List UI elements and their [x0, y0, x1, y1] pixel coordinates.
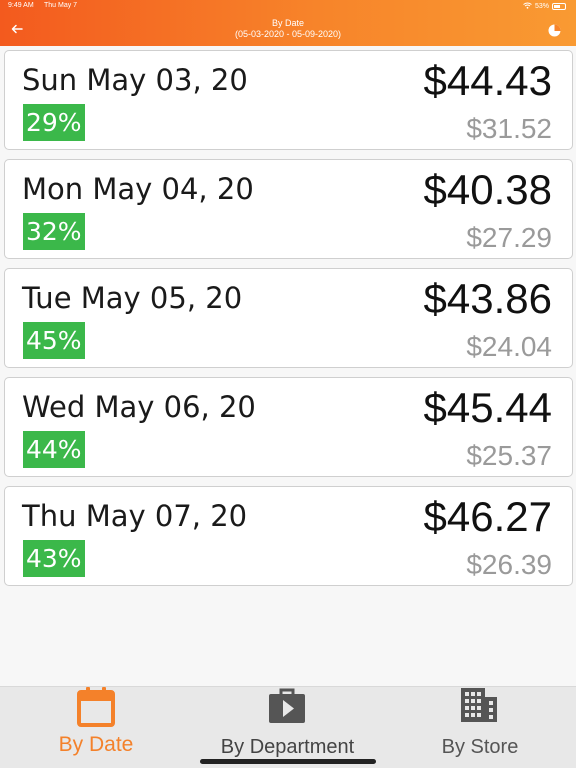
row-sub-amount: $26.39: [466, 549, 552, 580]
percent-badge: 43%: [23, 540, 85, 577]
percent-badge: 45%: [23, 322, 85, 359]
battery-icon: [552, 3, 566, 10]
row-sub-amount: $31.52: [466, 113, 552, 144]
percent-badge: 44%: [23, 431, 85, 468]
date-row[interactable]: Tue May 05, 20 45% $43.86 $24.04: [4, 268, 573, 368]
header-title-block: By Date (05-03-2020 - 05-09-2020): [0, 18, 576, 40]
wifi-icon: [523, 2, 532, 11]
row-date: Thu May 07, 20: [22, 499, 248, 533]
row-amount: $45.44: [423, 384, 552, 431]
home-indicator: [200, 759, 376, 764]
date-row[interactable]: Sun May 03, 20 29% $44.43 $31.52: [4, 50, 573, 150]
percent-badge: 32%: [23, 213, 85, 250]
tab-by-store[interactable]: By Store: [420, 687, 540, 768]
tab-label: By Department: [220, 736, 355, 758]
row-date: Tue May 05, 20: [22, 281, 243, 315]
status-day: Thu May 7: [44, 2, 78, 9]
date-row[interactable]: Wed May 06, 20 44% $45.44 $25.37: [4, 377, 573, 477]
tab-bar: By Date By Department By Store: [0, 686, 576, 768]
status-time: 9:49 AM: [8, 2, 34, 9]
row-amount: $46.27: [423, 493, 552, 540]
tab-label: By Store: [441, 736, 519, 758]
row-sub-amount: $24.04: [466, 331, 552, 362]
row-amount: $40.38: [423, 166, 552, 213]
row-sub-amount: $27.29: [466, 222, 552, 253]
status-right: 53%: [523, 2, 566, 11]
date-list: Sun May 03, 20 29% $44.43 $31.52 Mon May…: [4, 50, 573, 595]
row-amount: $43.86: [423, 275, 552, 322]
percent-badge: 29%: [23, 104, 85, 141]
row-date: Sun May 03, 20: [22, 63, 248, 97]
row-amount: $44.43: [423, 57, 552, 104]
battery-percent: 53%: [534, 3, 549, 10]
app-header: 9:49 AM Thu May 7 53% By Date (05-03-202…: [0, 0, 576, 46]
briefcase-play-icon: [269, 688, 305, 723]
building-icon: [461, 688, 497, 722]
date-range-subtitle: (05-03-2020 - 05-09-2020): [234, 29, 342, 39]
row-date: Mon May 04, 20: [22, 172, 254, 206]
chart-button[interactable]: [548, 22, 561, 37]
pie-chart-icon: [548, 24, 561, 37]
calendar-icon: [77, 687, 115, 727]
page-title: By Date: [271, 18, 304, 28]
tab-by-department[interactable]: By Department: [210, 687, 365, 768]
tab-label: By Date: [58, 733, 134, 756]
tab-by-date[interactable]: By Date: [40, 687, 152, 768]
date-row[interactable]: Thu May 07, 20 43% $46.27 $26.39: [4, 486, 573, 586]
row-date: Wed May 06, 20: [22, 390, 256, 424]
row-sub-amount: $25.37: [466, 440, 552, 471]
date-row[interactable]: Mon May 04, 20 32% $40.38 $27.29: [4, 159, 573, 259]
